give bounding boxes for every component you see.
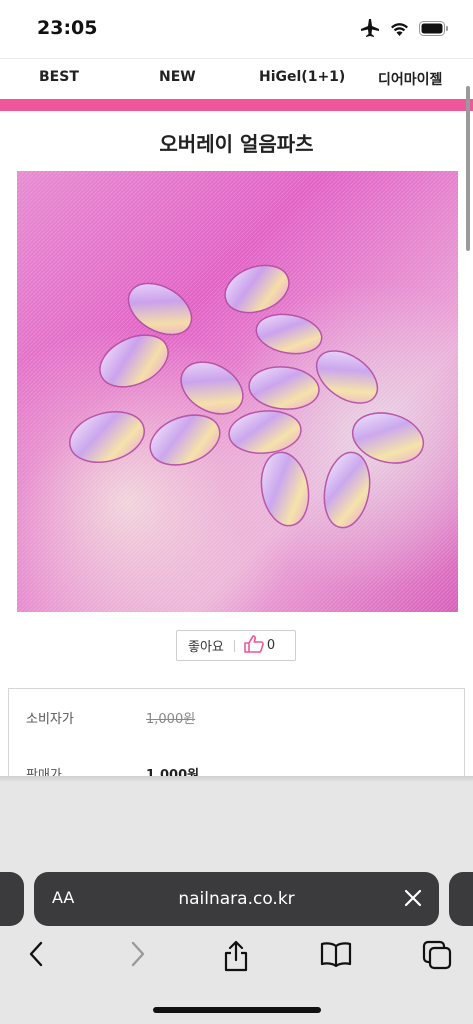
- category-nav: BEST NEW HiGel(1+1) 디어마이젤: [0, 58, 473, 98]
- tabs-icon[interactable]: [422, 940, 452, 974]
- thumbs-up-icon: [244, 634, 264, 657]
- airplane-icon: [360, 19, 380, 41]
- status-time: 23:05: [37, 17, 98, 39]
- status-icons: [360, 19, 449, 41]
- tab-dear-my-gel[interactable]: 디어마이젤: [378, 69, 442, 89]
- page-title: 오버레이 얼음파츠: [159, 132, 314, 156]
- url-text[interactable]: nailnara.co.kr: [34, 889, 439, 909]
- like-divider: [233, 639, 235, 652]
- battery-icon: [419, 20, 449, 40]
- forward-icon[interactable]: [128, 940, 148, 972]
- status-bar: 23:05: [0, 0, 473, 58]
- scroll-indicator[interactable]: [466, 86, 470, 251]
- tab-higel[interactable]: HiGel(1+1): [259, 69, 345, 85]
- product-image[interactable]: [17, 171, 458, 612]
- like-count: 0: [266, 638, 276, 653]
- bookmarks-icon[interactable]: [320, 940, 352, 972]
- close-icon[interactable]: [403, 888, 423, 912]
- tab-new[interactable]: NEW: [159, 69, 196, 85]
- back-icon[interactable]: [26, 940, 46, 972]
- home-indicator: [153, 1007, 321, 1013]
- share-icon[interactable]: [223, 940, 249, 976]
- consumer-price-label: 소비자가: [26, 712, 74, 727]
- address-bar[interactable]: AA nailnara.co.kr: [34, 872, 439, 926]
- next-tab-preview[interactable]: [449, 872, 473, 926]
- panel-shadow: [0, 776, 473, 782]
- wifi-icon: [390, 21, 409, 40]
- nav-accent-bar: [0, 99, 473, 111]
- like-button[interactable]: 좋아요 0: [176, 630, 296, 661]
- tab-best[interactable]: BEST: [39, 69, 79, 85]
- consumer-price-value: 1,000원: [146, 712, 196, 727]
- like-label: 좋아요: [188, 640, 224, 655]
- previous-tab-preview[interactable]: [0, 872, 24, 926]
- browser-toolbar: [0, 938, 473, 978]
